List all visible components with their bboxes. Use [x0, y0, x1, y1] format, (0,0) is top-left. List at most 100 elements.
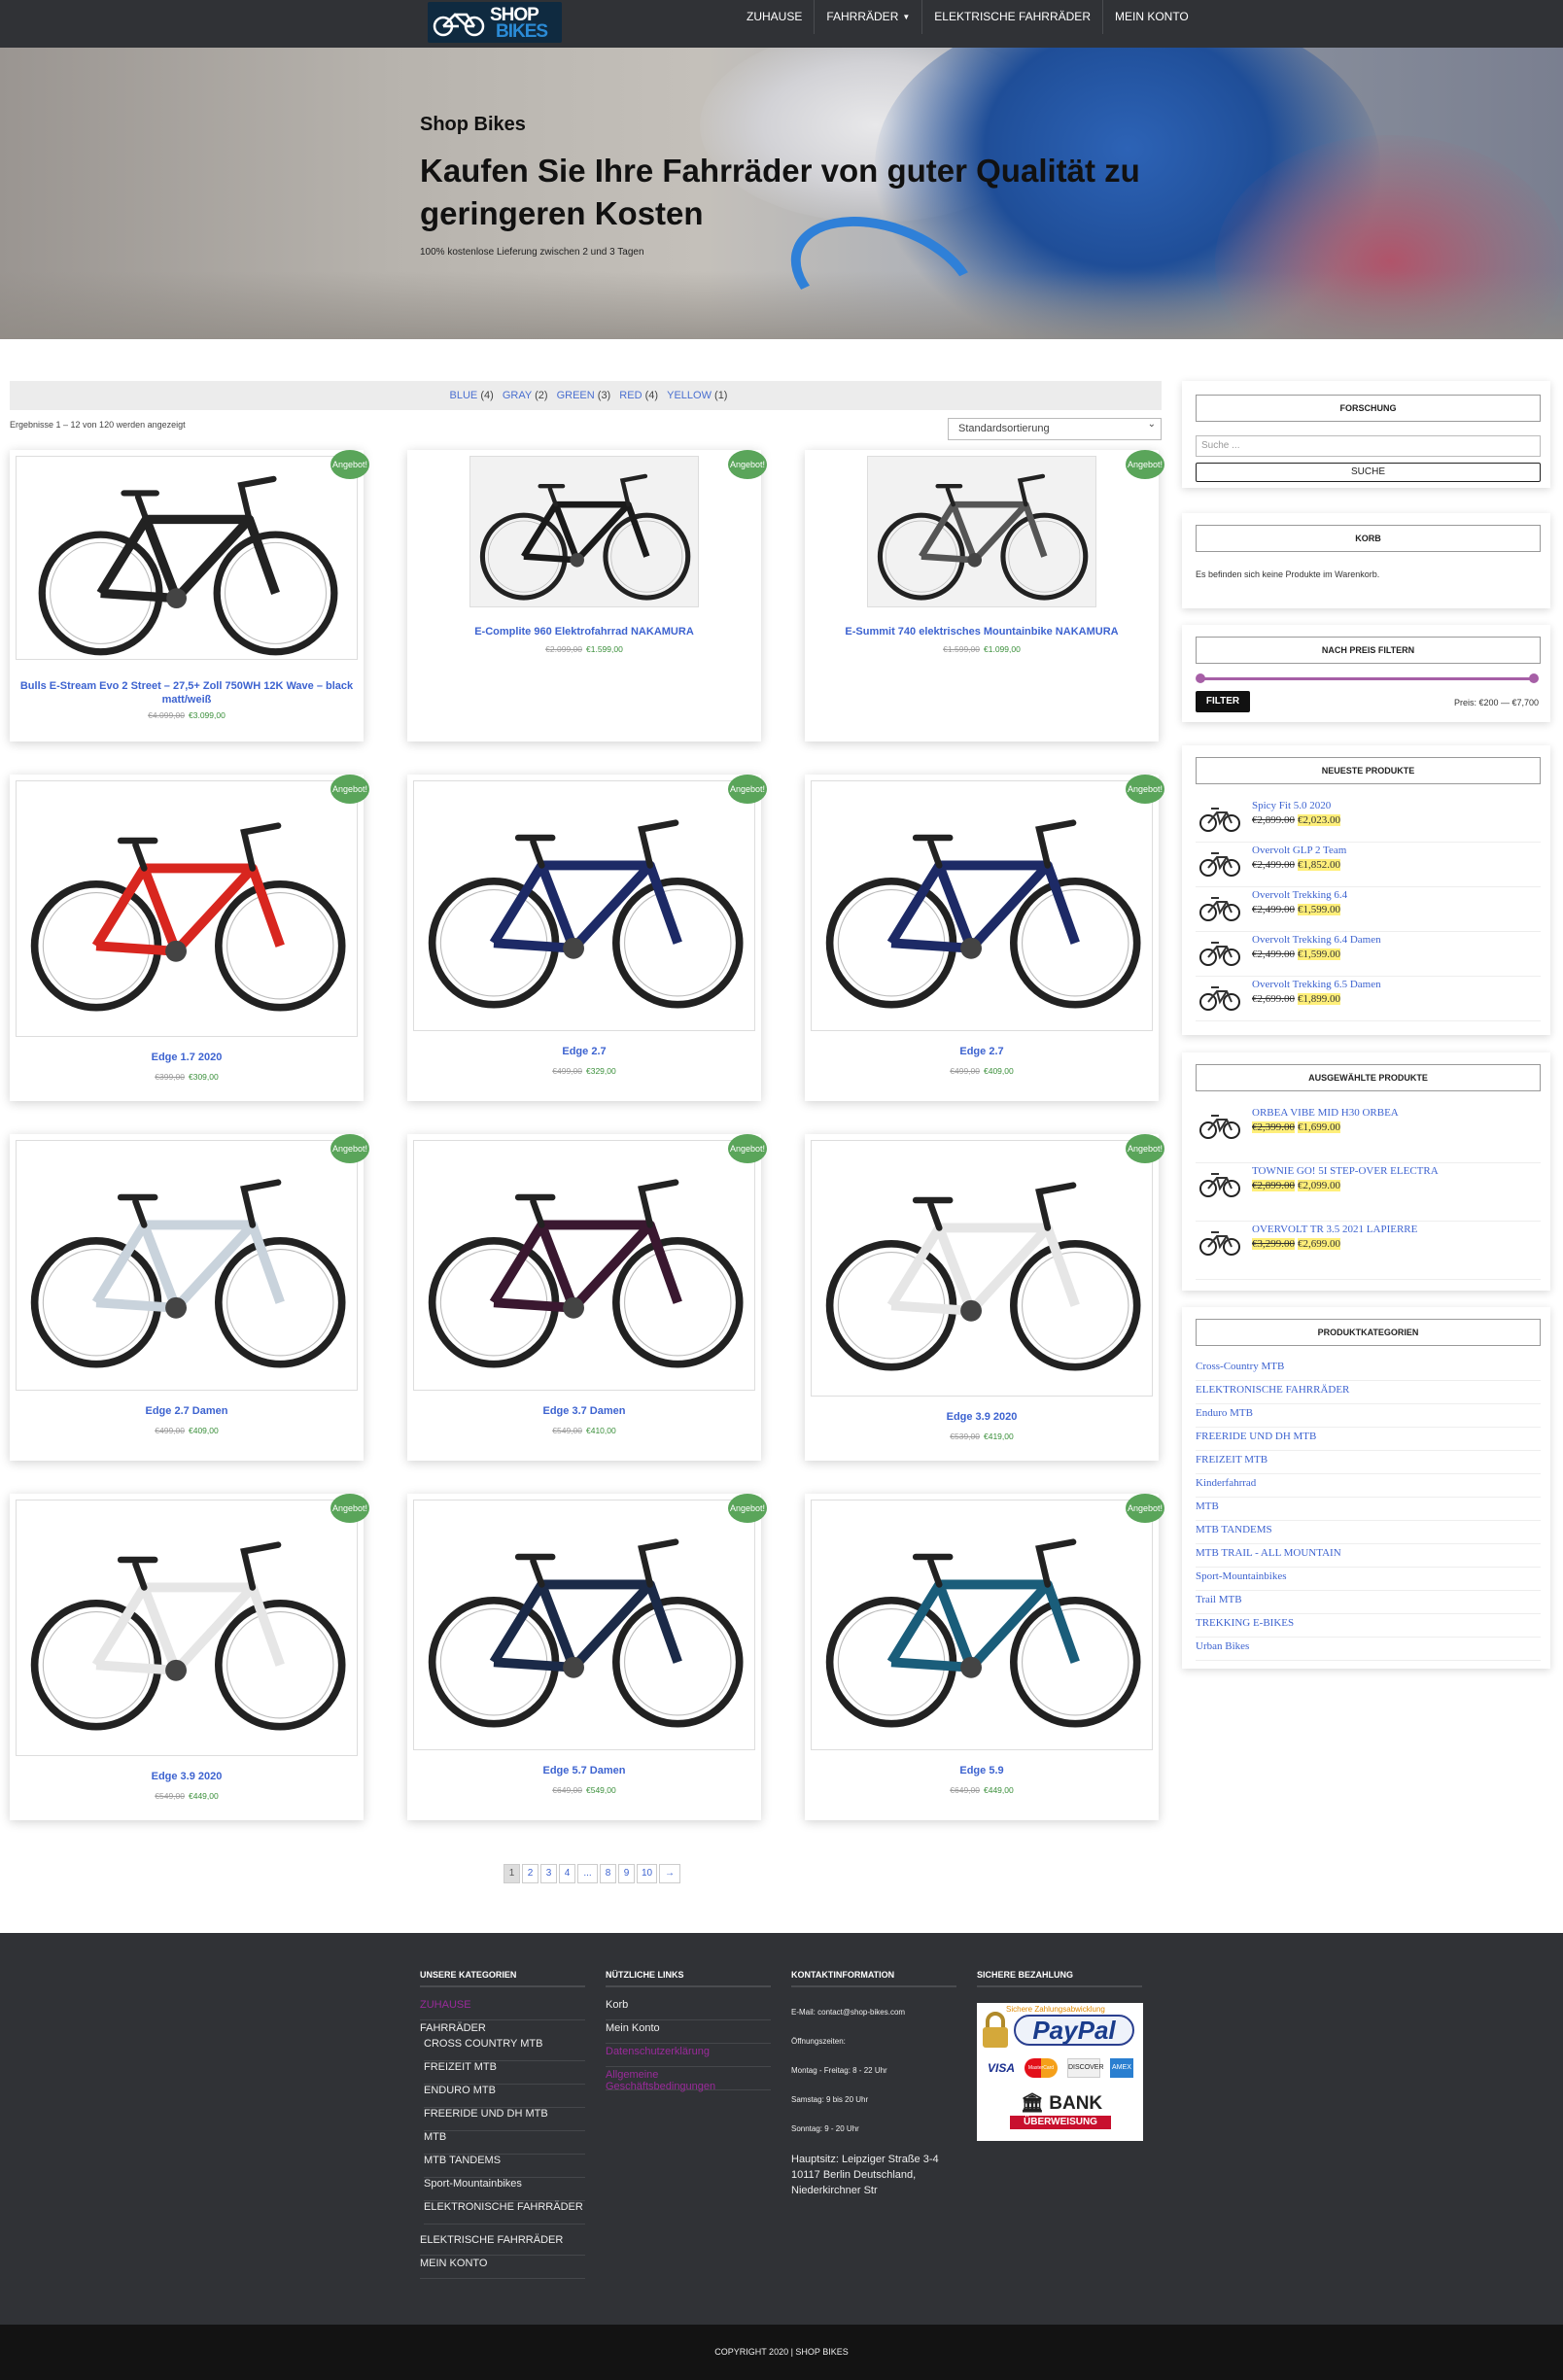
sidebar-product-item[interactable]: Overvolt Trekking 6.4 €2,499.00 €1,599.00 — [1196, 889, 1541, 932]
pagination-page[interactable]: 10 — [637, 1864, 657, 1883]
category-link[interactable]: Enduro MTB — [1196, 1404, 1541, 1428]
category-link[interactable]: Sport-Mountainbikes — [1196, 1568, 1541, 1591]
product-card[interactable]: Angebot! Edge 5.7 Damen €649,00 €549,00 — [407, 1494, 767, 1820]
footer-subcategory-link[interactable]: FREIZEIT MTB — [424, 2061, 585, 2085]
product-image[interactable] — [469, 456, 699, 607]
product-image[interactable] — [811, 1140, 1153, 1397]
sidebar-product-item[interactable]: ORBEA VIBE MID H30 ORBEA €2,399.00 €1,699… — [1196, 1107, 1541, 1163]
sidebar-product-name[interactable]: Overvolt Trekking 6.5 Damen — [1252, 979, 1381, 990]
product-card[interactable]: Angebot! Edge 3.9 2020 €539,00 €419,00 — [805, 1134, 1164, 1461]
product-name[interactable]: E-Complite 960 Elektrofahrrad NAKAMURA — [417, 625, 751, 638]
sidebar-product-name[interactable]: Overvolt Trekking 6.4 — [1252, 889, 1347, 901]
sidebar-product-item[interactable]: OVERVOLT TR 3.5 2021 LAPIERRE €3,299.00 €… — [1196, 1224, 1541, 1280]
color-filter-item[interactable]: BLUE (4) — [444, 390, 494, 401]
sidebar-product-name[interactable]: Spicy Fit 5.0 2020 — [1252, 800, 1331, 811]
product-card[interactable]: Angebot! E-Complite 960 Elektrofahrrad N… — [407, 450, 767, 742]
product-name[interactable]: Edge 3.9 2020 — [815, 1410, 1149, 1424]
category-link[interactable]: Urban Bikes — [1196, 1638, 1541, 1661]
pagination-page[interactable]: 1 — [504, 1864, 520, 1883]
footer-link-mein-konto[interactable]: MEIN KONTO — [420, 2258, 585, 2279]
color-filter-link[interactable]: GREEN — [557, 390, 595, 401]
pagination-page[interactable]: 4 — [559, 1864, 575, 1883]
footer-subcategory-link[interactable]: ENDURO MTB — [424, 2085, 585, 2108]
footer-subcategory-link[interactable]: CROSS COUNTRY MTB — [424, 2038, 585, 2061]
footer-link-elektrische[interactable]: ELEKTRISCHE FAHRRÄDER — [420, 2234, 585, 2256]
price-slider[interactable] — [1196, 673, 1539, 683]
product-card[interactable]: Angebot! E-Summit 740 elektrisches Mount… — [805, 450, 1164, 742]
sidebar-product-item[interactable]: Spicy Fit 5.0 2020 €2,899.00 €2,023.00 — [1196, 800, 1541, 843]
product-card[interactable]: Angebot! Edge 1.7 2020 €399,00 €309,00 — [10, 775, 369, 1101]
footer-subcategory-link[interactable]: ELEKTRONISCHE FAHRRÄDER — [424, 2201, 585, 2225]
pagination-next-button[interactable]: → — [659, 1864, 680, 1883]
color-filter-link[interactable]: BLUE — [450, 390, 478, 401]
category-link[interactable]: TREKKING E-BIKES — [1196, 1614, 1541, 1638]
product-image[interactable] — [413, 1500, 755, 1750]
product-card[interactable]: Angebot! Edge 3.9 2020 €549,00 €449,00 — [10, 1494, 369, 1820]
product-card[interactable]: Angebot! Edge 5.9 €649,00 €449,00 — [805, 1494, 1164, 1820]
footer-subcategory-link[interactable]: Sport-Mountainbikes — [424, 2178, 585, 2201]
footer-link-zuhause[interactable]: ZUHAUSE — [420, 1999, 585, 2020]
pagination-page[interactable]: 8 — [600, 1864, 616, 1883]
category-link[interactable]: Kinderfahrrad — [1196, 1474, 1541, 1498]
product-name[interactable]: Edge 2.7 — [815, 1045, 1149, 1058]
product-card[interactable]: Angebot! Edge 2.7 €499,00 €409,00 — [805, 775, 1164, 1101]
sidebar-product-name[interactable]: ORBEA VIBE MID H30 ORBEA — [1252, 1107, 1399, 1119]
pagination-page[interactable]: 2 — [522, 1864, 538, 1883]
product-name[interactable]: Edge 2.7 Damen — [19, 1404, 354, 1418]
product-card[interactable]: Angebot! Edge 2.7 €499,00 €329,00 — [407, 775, 767, 1101]
category-link[interactable]: MTB — [1196, 1498, 1541, 1521]
filter-button[interactable]: FILTER — [1196, 691, 1250, 712]
footer-subcategory-link[interactable]: MTB — [424, 2131, 585, 2155]
color-filter-item[interactable]: YELLOW (1) — [661, 390, 727, 401]
category-link[interactable]: FREERIDE UND DH MTB — [1196, 1428, 1541, 1451]
product-name[interactable]: Edge 2.7 — [417, 1045, 751, 1058]
product-name[interactable]: Edge 5.9 — [815, 1764, 1149, 1777]
product-name[interactable]: Edge 1.7 2020 — [19, 1051, 354, 1064]
product-name[interactable]: Edge 3.9 2020 — [19, 1770, 354, 1783]
color-filter-item[interactable]: GRAY (2) — [497, 390, 548, 401]
sidebar-product-item[interactable]: TOWNIE GO! 5I STEP-OVER ELECTRA €2,899.0… — [1196, 1165, 1541, 1222]
product-image[interactable] — [16, 456, 358, 660]
sidebar-product-item[interactable]: Overvolt GLP 2 Team €2,499.00 €1,852.00 — [1196, 845, 1541, 887]
category-link[interactable]: ELEKTRONISCHE FAHRRÄDER — [1196, 1381, 1541, 1404]
category-link[interactable]: Cross-Country MTB — [1196, 1358, 1541, 1381]
product-image[interactable] — [413, 780, 755, 1031]
product-card[interactable]: Angebot! Bulls E-Stream Evo 2 Street – 2… — [10, 450, 369, 742]
category-link[interactable]: MTB TRAIL - ALL MOUNTAIN — [1196, 1544, 1541, 1568]
color-filter-link[interactable]: GRAY — [503, 390, 532, 401]
nav-item-elektrische-fahrraeder[interactable]: ELEKTRISCHE FAHRRÄDER — [922, 0, 1103, 34]
sidebar-product-name[interactable]: Overvolt Trekking 6.4 Damen — [1252, 934, 1381, 946]
footer-subcategory-link[interactable]: MTB TANDEMS — [424, 2155, 585, 2178]
product-name[interactable]: Bulls E-Stream Evo 2 Street – 27,5+ Zoll… — [19, 679, 354, 707]
product-name[interactable]: Edge 3.7 Damen — [417, 1404, 751, 1418]
color-filter-link[interactable]: RED — [619, 390, 642, 401]
footer-link-datenschutz[interactable]: Datenschutzerklärung — [606, 2046, 771, 2067]
sort-select[interactable]: Standardsortierung — [948, 418, 1162, 440]
product-image[interactable] — [16, 780, 358, 1037]
product-card[interactable]: Angebot! Edge 2.7 Damen €499,00 €409,00 — [10, 1134, 369, 1461]
product-image[interactable] — [413, 1140, 755, 1391]
category-link[interactable]: Trail MTB — [1196, 1591, 1541, 1614]
color-filter-link[interactable]: YELLOW — [667, 390, 712, 401]
category-link[interactable]: MTB TANDEMS — [1196, 1521, 1541, 1544]
product-image[interactable] — [811, 1500, 1153, 1750]
product-image[interactable] — [811, 780, 1153, 1031]
product-image[interactable] — [16, 1500, 358, 1756]
slider-handle-min[interactable] — [1196, 673, 1205, 683]
pagination-page[interactable]: 3 — [540, 1864, 557, 1883]
category-link[interactable]: FREIZEIT MTB — [1196, 1451, 1541, 1474]
product-image[interactable] — [867, 456, 1096, 607]
pagination-page[interactable]: 9 — [618, 1864, 635, 1883]
footer-link-agb[interactable]: Allgemeine Geschäftsbedingungen — [606, 2069, 771, 2092]
slider-handle-max[interactable] — [1529, 673, 1539, 683]
footer-link-konto[interactable]: Mein Konto — [606, 2022, 771, 2044]
search-button[interactable]: SUCHE — [1196, 463, 1541, 482]
sidebar-product-name[interactable]: OVERVOLT TR 3.5 2021 LAPIERRE — [1252, 1224, 1417, 1235]
sidebar-product-name[interactable]: Overvolt GLP 2 Team — [1252, 845, 1346, 856]
color-filter-item[interactable]: RED (4) — [613, 390, 658, 401]
sidebar-product-item[interactable]: Overvolt Trekking 6.5 Damen €2,699.00 €1,… — [1196, 979, 1541, 1021]
site-logo[interactable]: SHOP BIKES — [428, 2, 562, 43]
search-input[interactable]: Suche ... — [1196, 435, 1541, 457]
sidebar-product-name[interactable]: TOWNIE GO! 5I STEP-OVER ELECTRA — [1252, 1165, 1439, 1177]
footer-link-korb[interactable]: Korb — [606, 1999, 771, 2020]
